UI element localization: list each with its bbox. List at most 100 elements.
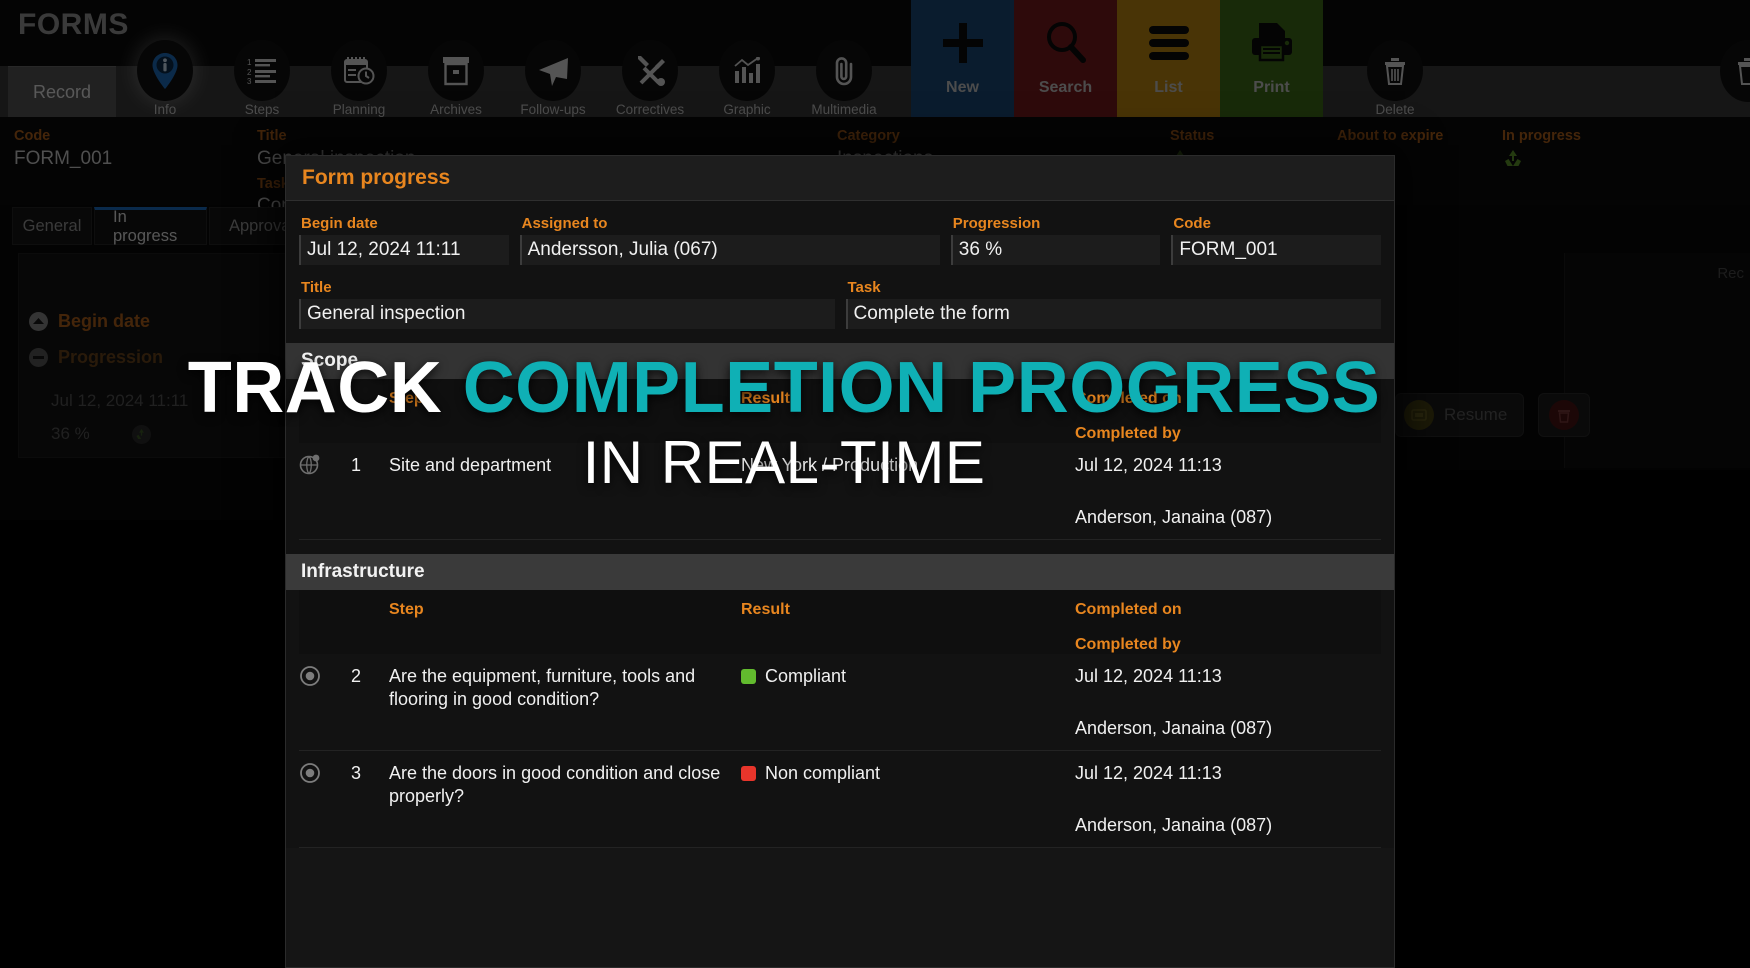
toolbar-item-overflow[interactable] <box>1700 40 1750 117</box>
trash-icon <box>1720 40 1750 102</box>
row-completed-on: Jul 12, 2024 11:13 <box>1075 666 1222 686</box>
trash-icon <box>1367 40 1423 101</box>
record-in-progress-field: In progress <box>1502 128 1581 176</box>
record-code-field: Code FORM_001 <box>14 128 112 170</box>
record-side-panel: Rec <box>1564 253 1750 468</box>
globe-pin-icon <box>299 454 321 476</box>
row-number: 3 <box>351 750 389 848</box>
assigned-to-label: Assigned to <box>521 215 608 232</box>
resume-button-label: Resume <box>1444 405 1508 424</box>
progression-label: Progression <box>952 215 1041 232</box>
title-value[interactable]: General inspection <box>299 299 835 329</box>
toolbar-item-steps[interactable]: 123 Steps <box>214 40 310 117</box>
field-row-2: Title General inspection Task Complete t… <box>299 279 1381 329</box>
progression-value-row: 36 % <box>51 424 151 444</box>
row-result-label: Non compliant <box>765 763 881 783</box>
toolbar-item-multimedia[interactable]: Multimedia <box>796 40 892 117</box>
delete-button[interactable]: Delete <box>1347 40 1443 117</box>
toolbar-label: Graphic <box>723 102 771 117</box>
hamburger-icon <box>1139 14 1199 72</box>
app-title: FORMS <box>18 8 129 41</box>
record-tab[interactable]: Record <box>8 66 116 117</box>
row-step: Are the equipment, furniture, tools and … <box>389 654 741 751</box>
new-button-label: New <box>946 79 979 96</box>
toolbar-label: Info <box>153 102 177 117</box>
print-button-label: Print <box>1253 79 1290 96</box>
row-result: New York / Production <box>741 443 1075 540</box>
search-button-label: Search <box>1038 79 1093 96</box>
new-button[interactable]: New <box>911 0 1014 117</box>
section-header-infrastructure: Infrastructure <box>286 554 1394 590</box>
record-title-label: Title <box>257 128 287 144</box>
tab-general[interactable]: General <box>12 207 92 245</box>
toolbar-item-correctives[interactable]: Correctives <box>602 40 698 117</box>
column-completed-by: Completed by <box>1075 425 1181 442</box>
toolbar-label: Planning <box>332 102 386 117</box>
table-row[interactable]: 1 Site and department New York / Product… <box>299 443 1381 540</box>
record-about-to-expire-field: About to expire <box>1337 128 1443 144</box>
toolbar-item-follow-ups[interactable]: Follow-ups <box>505 40 601 117</box>
code-field: Code FORM_001 <box>1171 215 1382 265</box>
print-button[interactable]: Print <box>1220 0 1323 117</box>
list-button[interactable]: List <box>1117 0 1220 117</box>
toolbar-label: Correctives <box>615 102 685 117</box>
toolbar-item-info[interactable]: Info <box>117 40 213 117</box>
progression-value[interactable]: 36 % <box>950 235 1161 265</box>
radio-selected-icon <box>299 762 321 784</box>
assigned-to-field: Assigned to Andersson, Julia (067) <box>519 215 940 265</box>
row-step: Are the doors in good condition and clos… <box>389 750 741 848</box>
calendar-clock-icon <box>331 40 387 101</box>
dialog-header: Form progress <box>286 156 1394 201</box>
plus-icon <box>933 14 993 72</box>
begin-date-value[interactable]: Jul 12, 2024 11:11 <box>299 235 509 265</box>
column-completed-on: Completed on <box>1075 601 1182 618</box>
task-label: Task <box>847 279 881 296</box>
resume-button[interactable]: Resume <box>1395 393 1525 437</box>
magnifier-icon <box>1036 14 1096 72</box>
begin-date-row: Begin date <box>29 311 150 332</box>
info-pin-icon <box>137 40 193 101</box>
row-number: 1 <box>351 443 389 540</box>
toolbar-label: Steps <box>244 102 280 117</box>
column-completed: Completed on Completed by <box>1075 379 1381 443</box>
status-square-non-compliant <box>741 765 756 781</box>
search-button[interactable]: Search <box>1014 0 1117 117</box>
code-value[interactable]: FORM_001 <box>1171 235 1382 265</box>
row-number: 2 <box>351 654 389 751</box>
column-completed-on: Completed on <box>1075 390 1182 407</box>
dark-area-left <box>0 520 285 968</box>
resume-icon <box>1404 400 1434 430</box>
row-completed-on: Jul 12, 2024 11:13 <box>1075 455 1222 475</box>
toolbar-item-archives[interactable]: Archives <box>408 40 504 117</box>
table-row[interactable]: 3 Are the doors in good condition and cl… <box>299 750 1381 848</box>
record-side-label: Rec <box>1717 265 1744 282</box>
code-label: Code <box>1173 215 1211 232</box>
collapse-icon[interactable] <box>29 348 48 367</box>
dialog-body: Begin date Jul 12, 2024 11:11 Assigned t… <box>286 201 1394 848</box>
svg-text:2: 2 <box>247 68 252 77</box>
column-result: Result <box>741 379 1075 443</box>
row-completed: Jul 12, 2024 11:13 Anderson, Janaina (08… <box>1075 443 1381 540</box>
toolbar-label: Multimedia <box>811 102 877 117</box>
toolbar-item-planning[interactable]: Planning <box>311 40 407 117</box>
toolbar-item-graphic[interactable]: Graphic <box>699 40 795 117</box>
list-button-label: List <box>1154 79 1183 96</box>
assigned-to-value[interactable]: Andersson, Julia (067) <box>519 235 940 265</box>
record-code-label: Code <box>14 128 51 144</box>
begin-date-label: Begin date <box>58 311 151 331</box>
form-progress-dialog: Form progress Begin date Jul 12, 2024 11… <box>285 155 1395 968</box>
tab-in-progress[interactable]: In progress <box>94 207 207 245</box>
table-row[interactable]: 2 Are the equipment, furniture, tools an… <box>299 654 1381 751</box>
steps-table-scope: Step Result Completed on Completed by 1 … <box>299 379 1381 540</box>
paper-plane-icon <box>525 40 581 101</box>
progression-field: Progression 36 % <box>950 215 1161 265</box>
column-completed-by: Completed by <box>1075 636 1181 653</box>
row-step: Site and department <box>389 443 741 540</box>
section-header-scope: Scope <box>286 343 1394 379</box>
delete-row-button[interactable] <box>1538 393 1591 437</box>
task-value[interactable]: Complete the form <box>845 299 1381 329</box>
chevron-up-icon[interactable] <box>29 312 48 331</box>
title-field: Title General inspection <box>299 279 835 329</box>
radio-selected-icon <box>299 665 321 687</box>
toolbar-label: Archives <box>430 102 482 117</box>
